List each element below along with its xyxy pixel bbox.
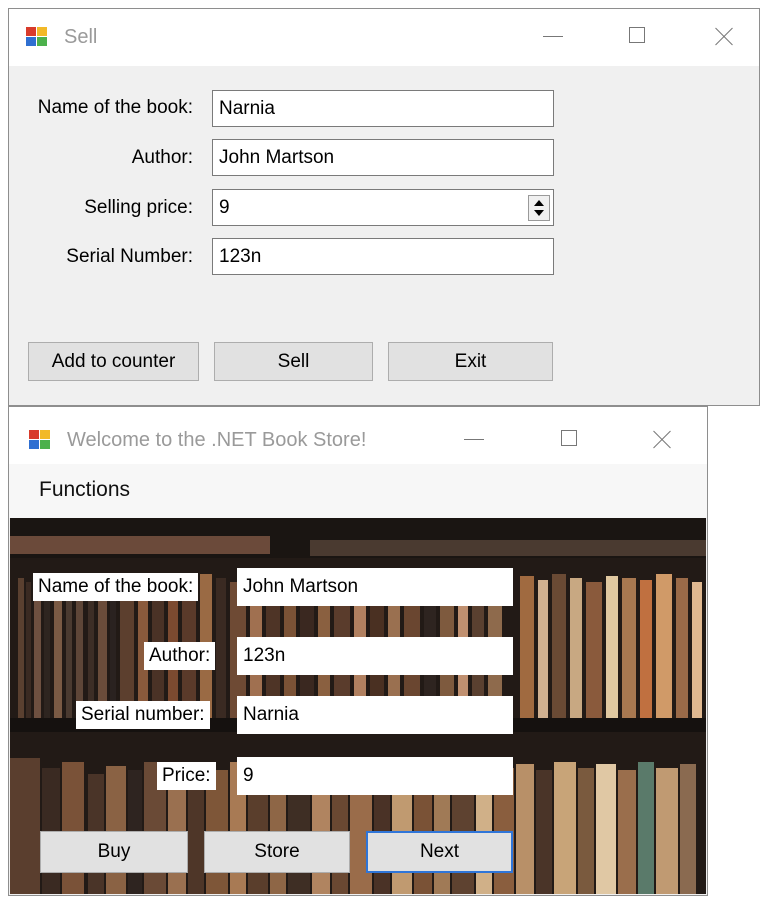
app-icon (29, 430, 51, 450)
sell-price-value: 9 (219, 197, 230, 218)
sell-name-label: Name of the book: (37, 97, 193, 118)
store-serial-label: Serial number: (76, 701, 210, 729)
minimize-icon[interactable] (533, 17, 573, 57)
sell-price-stepper[interactable]: 9 (212, 189, 554, 226)
store-author-label: Author: (144, 642, 216, 670)
store-price-label: Price: (157, 762, 216, 790)
store-serial-value[interactable]: Narnia (237, 696, 513, 734)
add-to-counter-button[interactable]: Add to counter (28, 342, 199, 381)
menu-functions[interactable]: Functions (39, 478, 130, 502)
sell-serial-input[interactable]: 123n (212, 238, 554, 275)
spinner-updown-icon[interactable] (528, 195, 550, 221)
sell-title-bar[interactable]: Sell (9, 9, 759, 66)
store-price-value[interactable]: 9 (237, 757, 513, 795)
store-author-value[interactable]: 123n (237, 637, 513, 675)
store-button[interactable]: Store (204, 831, 350, 873)
sell-author-label: Author: (131, 147, 193, 168)
maximize-icon[interactable] (617, 17, 657, 57)
buy-button[interactable]: Buy (40, 831, 188, 873)
store-window: Welcome to the .NET Book Store! Function… (8, 406, 708, 896)
next-button[interactable]: Next (366, 831, 513, 873)
sell-button[interactable]: Sell (214, 342, 373, 381)
sell-serial-label: Serial Number: (66, 246, 193, 267)
store-name-value[interactable]: John Martson (237, 568, 513, 606)
sell-window: Sell Name of the book: Narnia Author: Jo… (8, 8, 760, 406)
exit-button[interactable]: Exit (388, 342, 553, 381)
store-title-bar[interactable]: Welcome to the .NET Book Store! (9, 407, 707, 464)
sell-name-input[interactable]: Narnia (212, 90, 554, 127)
sell-price-label: Selling price: (84, 197, 193, 218)
menu-bar: Functions (9, 464, 707, 518)
close-icon[interactable] (703, 17, 743, 57)
spin-up-icon[interactable] (534, 200, 544, 206)
spin-down-icon[interactable] (534, 210, 544, 216)
app-icon (26, 27, 48, 47)
sell-window-title: Sell (64, 26, 98, 48)
maximize-icon[interactable] (549, 420, 589, 460)
store-name-label: Name of the book: (33, 573, 199, 601)
sell-author-input[interactable]: John Martson (212, 139, 554, 176)
store-window-title: Welcome to the .NET Book Store! (67, 429, 367, 451)
minimize-icon[interactable] (454, 420, 494, 460)
close-icon[interactable] (641, 420, 681, 460)
